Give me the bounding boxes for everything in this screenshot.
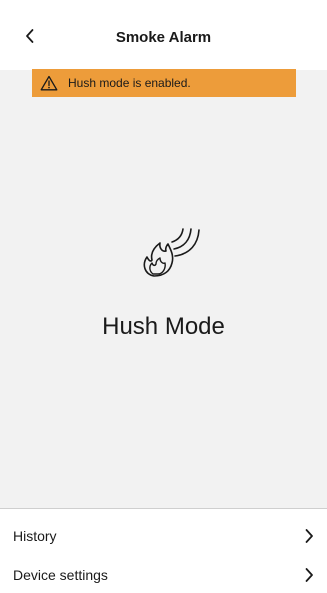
flame-hush-icon [143,228,200,277]
smoke-alarm-screen: Smoke Alarm Hush mode is enabled. Hush M… [0,0,327,593]
hush-mode-banner: Hush mode is enabled. [32,69,296,97]
page-title: Smoke Alarm [115,29,212,46]
device-settings-label: Device settings [13,566,108,583]
app-header: Smoke Alarm [0,0,327,70]
divider [0,508,327,509]
hush-mode-label: Hush Mode [102,313,225,340]
warning-triangle-icon [40,75,58,91]
chevron-right-icon [305,528,313,543]
history-label: History [13,527,57,544]
history-row[interactable]: History [0,515,327,556]
banner-message: Hush mode is enabled. [68,76,191,90]
device-settings-row[interactable]: Device settings [0,556,327,593]
chevron-right-icon [305,567,313,582]
